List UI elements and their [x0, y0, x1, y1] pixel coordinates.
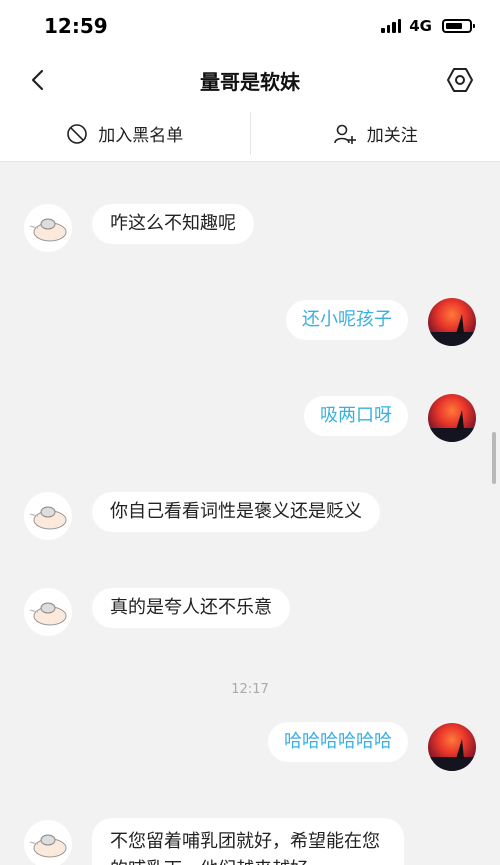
follow-button[interactable]: 加关注 — [251, 106, 500, 161]
message-bubble[interactable]: 咋这么不知趣呢 — [92, 204, 254, 244]
signal-icon — [381, 19, 402, 33]
timestamp: 12:17 — [231, 682, 269, 697]
block-button[interactable]: 加入黑名单 — [0, 106, 250, 161]
hamster-avatar-icon — [29, 218, 67, 242]
scrollbar[interactable] — [492, 432, 496, 484]
message-bubble[interactable]: 还小呢孩子 — [286, 300, 408, 340]
avatar[interactable] — [428, 298, 476, 346]
status-indicators: 4G — [381, 17, 475, 35]
action-bar: 加入黑名单 加关注 — [0, 106, 500, 162]
message-bubble[interactable]: 你自己看看词性是褒义还是贬义 — [92, 492, 380, 532]
hamster-avatar-icon — [29, 506, 67, 530]
avatar[interactable] — [24, 204, 72, 252]
status-time: 12:59 — [44, 14, 108, 38]
avatar[interactable] — [24, 820, 72, 865]
nav-bar: 量哥是软妹 — [0, 54, 500, 106]
add-user-icon — [333, 124, 356, 144]
battery-icon — [442, 19, 475, 33]
sunset-avatar-icon — [428, 314, 476, 346]
follow-label: 加关注 — [366, 126, 418, 146]
message-bubble[interactable]: 不您留着哺乳团就好，希望能在您的哺乳下，他们越来越好 — [92, 818, 404, 865]
hamster-avatar-icon — [29, 834, 67, 858]
message-bubble[interactable]: 哈哈哈哈哈哈 — [268, 722, 408, 762]
block-icon — [67, 123, 88, 144]
status-bar: 12:59 4G — [0, 0, 500, 54]
hamster-avatar-icon — [29, 602, 67, 626]
sunset-avatar-icon — [428, 410, 476, 442]
avatar[interactable] — [24, 588, 72, 636]
message-bubble[interactable]: 真的是夸人还不乐意 — [92, 588, 290, 628]
message-bubble[interactable]: 吸两口呀 — [304, 396, 408, 436]
sunset-avatar-icon — [428, 739, 476, 771]
avatar[interactable] — [428, 394, 476, 442]
avatar[interactable] — [24, 492, 72, 540]
page-title: 量哥是软妹 — [200, 70, 300, 94]
hexagon-settings-icon[interactable] — [446, 66, 474, 94]
block-label: 加入黑名单 — [98, 126, 184, 146]
chat-list[interactable]: 咋这么不知趣呢 还小呢孩子 吸两口呀 你自己看看词性是褒义还是贬义 真的是夸人还… — [0, 162, 500, 865]
network-type: 4G — [409, 17, 432, 35]
avatar[interactable] — [428, 723, 476, 771]
